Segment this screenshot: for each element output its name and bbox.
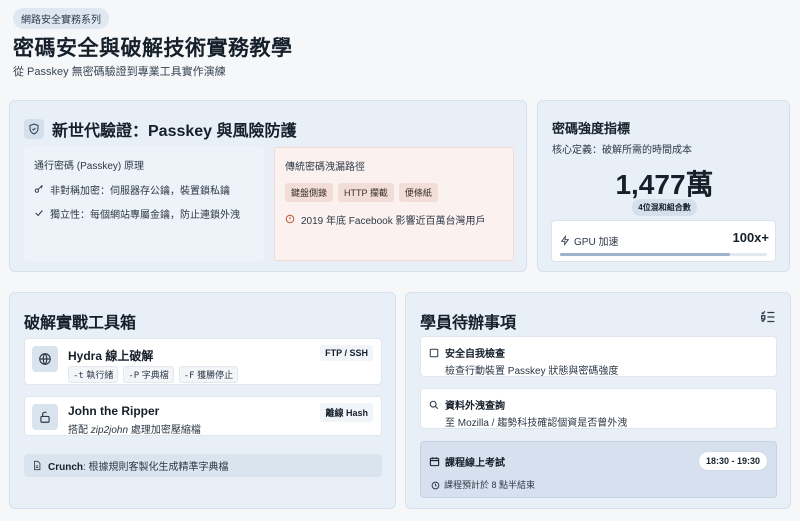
globe-icon bbox=[32, 346, 58, 372]
passkey-title: 新世代驗證：Passkey 與風險防護 bbox=[52, 123, 297, 140]
gpu-label-row: GPU 加速 bbox=[560, 233, 618, 248]
key-icon bbox=[34, 184, 44, 195]
combination-pill: 4位混和組合數 bbox=[632, 199, 697, 216]
todo-item-leak-lookup[interactable]: 資料外洩查詢 至 Mozilla / 趨勢科技確認個資是否曾外洩 bbox=[420, 388, 777, 429]
john-desc-prefix: 搭配 bbox=[68, 425, 91, 436]
file-icon bbox=[32, 460, 42, 471]
student-todo-card: 學員待辦事項 安全自我檢查 檢查行動裝置 Passkey 狀態與密碼強度 資料外… bbox=[405, 292, 791, 509]
gpu-label: GPU 加速 bbox=[574, 237, 619, 248]
crunch-name: Crunch bbox=[48, 462, 83, 473]
flag-desc: 獲勝停止 bbox=[197, 370, 234, 380]
principle-text-encryption: 非對稱加密：伺服器存公鑰，裝置鎖私鑰 bbox=[50, 186, 230, 197]
gpu-progress-fill bbox=[560, 253, 730, 256]
todo-item-self-check[interactable]: 安全自我檢查 檢查行動裝置 Passkey 狀態與密碼強度 bbox=[420, 336, 777, 377]
todo-item-desc: 至 Mozilla / 趨勢科技確認個資是否曾外洩 bbox=[445, 418, 628, 429]
clock-icon bbox=[431, 479, 440, 489]
lightning-icon bbox=[560, 234, 570, 246]
leak-incident-text: 2019 年底 Facebook 影響近百萬台灣用戶 bbox=[301, 216, 486, 227]
password-strength-card: 密碼強度指標 核心定義：破解所需的時間成本 1,477萬 4位混和組合數 GPU… bbox=[537, 100, 790, 272]
leak-chips: 鍵盤側錄 HTTP 攔截 便條紙 bbox=[285, 183, 503, 202]
leak-paths-heading: 傳統密碼洩漏路徑 bbox=[285, 162, 365, 173]
hydra-flags: -t 執行緒 -P 字典檔 -F 獲勝停止 bbox=[68, 366, 239, 383]
leak-paths-panel: 傳統密碼洩漏路徑 鍵盤側錄 HTTP 攔截 便條紙 2019 年底 Facebo… bbox=[274, 147, 514, 261]
john-desc-suffix: 處理加密壓縮檔 bbox=[128, 425, 201, 436]
gpu-acceleration-box: GPU 加速 100x+ bbox=[551, 220, 776, 262]
strength-definition: 核心定義：破解所需的時間成本 bbox=[552, 145, 692, 156]
john-badge: 離線 Hash bbox=[320, 403, 373, 422]
todo-title: 學員待辦事項 bbox=[420, 315, 517, 332]
gpu-progress-track bbox=[560, 253, 767, 256]
flag-key: -t bbox=[73, 371, 84, 381]
todo-item-title: 資料外洩查詢 bbox=[445, 401, 505, 412]
page-title: 密碼安全與破解技術實務教學 bbox=[13, 37, 293, 60]
online-exam-item[interactable]: 課程線上考試 18:30 - 19:30 課程預計於 8 點半結束 bbox=[420, 441, 777, 498]
john-name: John the Ripper bbox=[68, 404, 160, 418]
exam-title: 課程線上考試 bbox=[445, 458, 505, 469]
search-icon bbox=[429, 397, 439, 415]
crunch-desc: : 根據規則客製化生成精準字典檔 bbox=[83, 462, 229, 473]
hydra-tool[interactable]: Hydra 線上破解 FTP / SSH -t 執行緒 -P 字典檔 -F 獲勝… bbox=[24, 338, 382, 385]
alert-circle-icon bbox=[285, 214, 295, 225]
flag-key: -P bbox=[128, 371, 140, 381]
passkey-header: 新世代驗證：Passkey 與風險防護 bbox=[24, 117, 297, 141]
hydra-name: Hydra 線上破解 bbox=[68, 349, 154, 363]
leak-incident-line: 2019 年底 Facebook 影響近百萬台灣用戶 bbox=[285, 212, 503, 227]
strength-title: 密碼強度指標 bbox=[552, 121, 631, 136]
flag-desc: 執行緒 bbox=[86, 370, 114, 380]
flag-desc: 字典檔 bbox=[141, 370, 169, 380]
todo-item-title: 安全自我檢查 bbox=[445, 349, 505, 360]
check-icon bbox=[34, 208, 44, 219]
exam-note-row: 課程預計於 8 點半結束 bbox=[431, 478, 535, 491]
hydra-flag: -F 獲勝停止 bbox=[178, 366, 239, 383]
flag-key: -F bbox=[183, 371, 195, 381]
exam-note: 課程預計於 8 點半結束 bbox=[444, 480, 536, 490]
hydra-flag: -P 字典檔 bbox=[123, 366, 174, 383]
exam-time-badge: 18:30 - 19:30 bbox=[697, 451, 768, 471]
crunch-tool[interactable]: Crunch: 根據規則客製化生成精準字典檔 bbox=[24, 454, 382, 477]
john-desc-command: zip2john bbox=[90, 425, 129, 436]
leak-chip: HTTP 攔截 bbox=[338, 183, 394, 202]
principle-line-encryption: 非對稱加密：伺服器存公鑰，裝置鎖私鑰 bbox=[34, 182, 254, 197]
leak-chip: 鍵盤側錄 bbox=[285, 183, 334, 202]
john-the-ripper-tool[interactable]: John the Ripper 離線 Hash 搭配 zip2john 處理加密… bbox=[24, 396, 382, 436]
hydra-flag: -t 執行緒 bbox=[68, 366, 119, 383]
passkey-principle-panel: 通行密碼 (Passkey) 原理 非對稱加密：伺服器存公鑰，裝置鎖私鑰 獨立性… bbox=[24, 147, 264, 261]
principle-line-independence: 獨立性：每個網站專屬金鑰，防止連鎖外洩 bbox=[34, 206, 254, 221]
tools-title: 破解實戰工具箱 bbox=[24, 315, 137, 332]
checklist-icon bbox=[760, 310, 776, 329]
passkey-principle-heading: 通行密碼 (Passkey) 原理 bbox=[34, 161, 145, 172]
principle-text-independence: 獨立性：每個網站專屬金鑰，防止連鎖外洩 bbox=[50, 210, 240, 221]
cracking-tools-card: 破解實戰工具箱 Hydra 線上破解 FTP / SSH -t 執行緒 -P 字… bbox=[9, 292, 396, 509]
calendar-icon bbox=[429, 454, 440, 472]
hydra-badge: FTP / SSH bbox=[320, 345, 373, 361]
unlock-icon bbox=[32, 404, 58, 430]
shield-icon bbox=[24, 119, 44, 139]
checkbox-icon[interactable] bbox=[429, 345, 439, 363]
page-subtitle: 從 Passkey 無密碼驗證到專業工具實作演練 bbox=[13, 66, 226, 78]
todo-item-desc: 檢查行動裝置 Passkey 狀態與密碼強度 bbox=[445, 366, 619, 377]
series-tag: 網路安全實務系列 bbox=[13, 8, 109, 29]
gpu-value: 100x+ bbox=[732, 230, 769, 245]
passkey-card: 新世代驗證：Passkey 與風險防護 通行密碼 (Passkey) 原理 非對… bbox=[9, 100, 527, 272]
leak-chip: 便條紙 bbox=[398, 183, 438, 202]
john-description: 搭配 zip2john 處理加密壓縮檔 bbox=[68, 421, 201, 436]
